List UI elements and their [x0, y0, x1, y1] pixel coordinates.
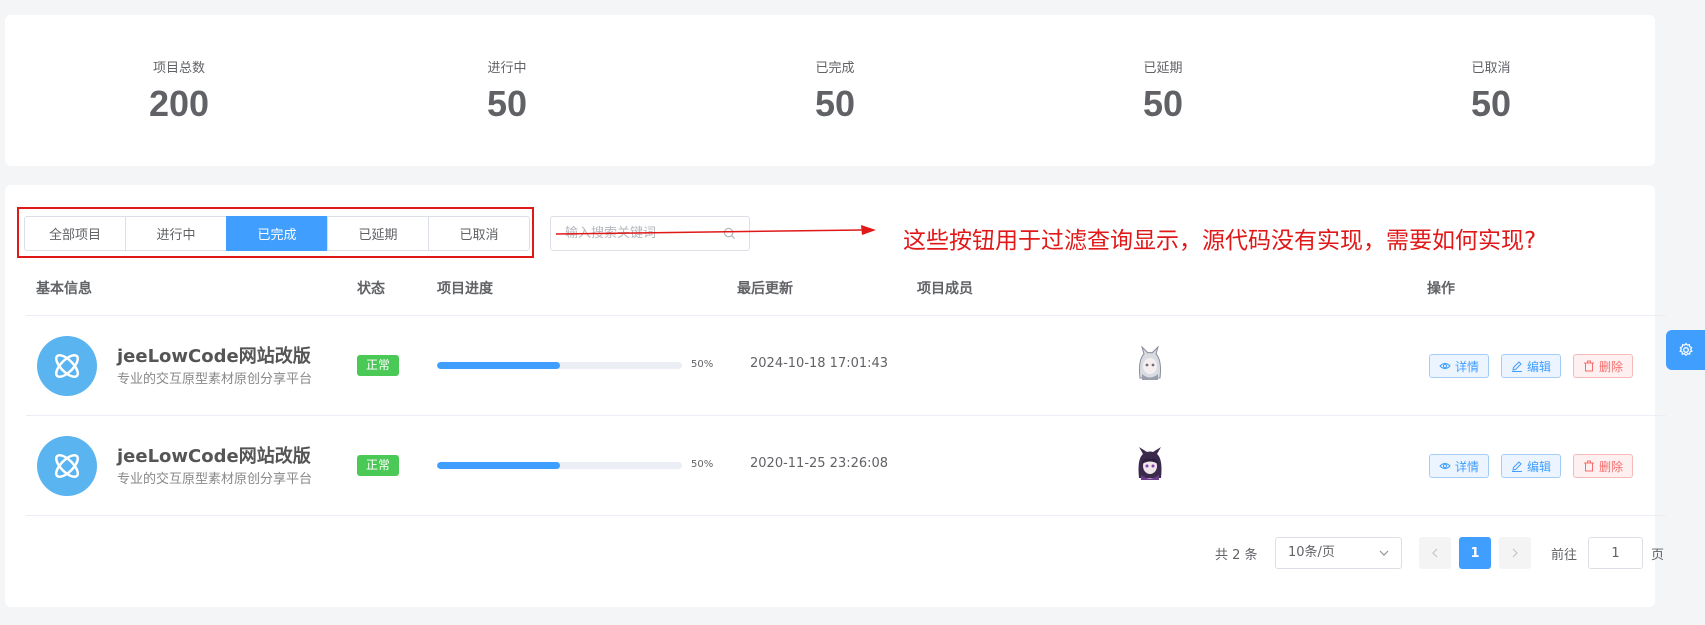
- filter-delayed-button[interactable]: 已延期: [327, 216, 429, 251]
- goto-prefix: 前往: [1551, 548, 1578, 563]
- stat-label: 已完成: [815, 61, 855, 76]
- status-badge: 正常: [357, 455, 400, 476]
- stat-delayed: 已延期 50: [1063, 60, 1263, 125]
- stat-value: 50: [486, 83, 528, 124]
- column-header: 状态: [357, 281, 385, 297]
- stat-label: 已取消: [1471, 61, 1511, 76]
- last-updated: 2020-11-25 23:26:08: [750, 456, 889, 471]
- progress-bar: [437, 462, 682, 469]
- goto-page-input[interactable]: [1588, 537, 1643, 569]
- annotation-text: 这些按钮用于过滤查询显示，源代码没有实现，需要如何实现?: [903, 228, 1537, 254]
- row-actions: 详情 编辑 删除: [1429, 354, 1634, 378]
- page-size-value: 10条/页: [1288, 545, 1335, 560]
- trash-icon: [1584, 460, 1595, 472]
- next-page-button[interactable]: [1499, 537, 1531, 569]
- detail-button-label: 详情: [1455, 359, 1480, 374]
- chevron-right-icon: [1512, 548, 1518, 558]
- filter-in-progress-button[interactable]: 进行中: [125, 216, 227, 251]
- goto-suffix: 页: [1651, 548, 1665, 563]
- project-logo-icon: [37, 436, 97, 496]
- stat-value: 200: [148, 83, 210, 124]
- stat-value: 50: [1470, 83, 1512, 124]
- prev-page-button[interactable]: [1419, 537, 1451, 569]
- edit-icon: [1512, 461, 1523, 472]
- member-avatar[interactable]: [1130, 444, 1170, 484]
- edit-icon: [1512, 361, 1523, 372]
- progress-percent: 50%: [691, 459, 714, 470]
- edit-button-label: 编辑: [1527, 459, 1552, 474]
- row-actions: 详情 编辑 删除: [1429, 454, 1634, 478]
- project-description: 专业的交互原型素材原创分享平台: [117, 372, 313, 387]
- column-header: 项目进度: [437, 281, 493, 297]
- stat-completed: 已完成 50: [735, 60, 935, 125]
- page-size-select[interactable]: 10条/页: [1275, 537, 1402, 569]
- column-header: 操作: [1427, 281, 1455, 297]
- progress-bar-fill: [437, 462, 560, 469]
- delete-button-label: 删除: [1599, 359, 1624, 374]
- progress-percent: 50%: [691, 359, 714, 370]
- last-updated: 2024-10-18 17:01:43: [750, 356, 889, 371]
- column-header: 最后更新: [737, 281, 793, 297]
- eye-icon: [1439, 363, 1451, 369]
- trash-icon: [1584, 360, 1595, 372]
- project-description: 专业的交互原型素材原创分享平台: [117, 472, 313, 487]
- chevron-down-icon: [1379, 550, 1389, 556]
- status-badge: 正常: [357, 355, 400, 376]
- gear-icon: [1678, 342, 1693, 357]
- table-header: 基本信息 状态 项目进度 最后更新 项目成员 操作: [26, 272, 1666, 316]
- settings-tab[interactable]: [1666, 330, 1705, 370]
- project-logo-icon: [37, 336, 97, 396]
- edit-button-label: 编辑: [1527, 359, 1552, 374]
- edit-button[interactable]: 编辑: [1501, 354, 1562, 378]
- pagination-total: 共 2 条: [1215, 548, 1258, 563]
- annotation-arrow: [556, 225, 876, 235]
- stat-cancelled: 已取消 50: [1391, 60, 1591, 125]
- filter-all-button[interactable]: 全部项目: [24, 216, 126, 251]
- stat-value: 50: [814, 83, 856, 124]
- stat-in-progress: 进行中 50: [407, 60, 607, 125]
- member-avatar[interactable]: [1130, 344, 1170, 384]
- table-row: jeeLowCode网站改版 专业的交互原型素材原创分享平台 正常 50% 20…: [26, 316, 1666, 416]
- project-name: jeeLowCode网站改版: [117, 446, 311, 467]
- stat-total: 项目总数 200: [79, 60, 279, 125]
- stat-value: 50: [1142, 83, 1184, 124]
- chevron-left-icon: [1432, 548, 1438, 558]
- page-1-button[interactable]: 1: [1459, 537, 1491, 569]
- detail-button[interactable]: 详情: [1429, 354, 1490, 378]
- table-row: jeeLowCode网站改版 专业的交互原型素材原创分享平台 正常 50% 20…: [26, 416, 1666, 516]
- progress-bar: [437, 362, 682, 369]
- delete-button[interactable]: 删除: [1573, 454, 1634, 478]
- stats-card: 项目总数 200 进行中 50 已完成 50 已延期 50 已取消 50: [5, 15, 1655, 166]
- stat-label: 项目总数: [152, 61, 205, 76]
- column-header: 基本信息: [36, 281, 92, 297]
- eye-icon: [1439, 463, 1451, 469]
- detail-button-label: 详情: [1455, 459, 1480, 474]
- stat-label: 进行中: [487, 61, 527, 76]
- detail-button[interactable]: 详情: [1429, 454, 1490, 478]
- delete-button[interactable]: 删除: [1573, 354, 1634, 378]
- filter-cancelled-button[interactable]: 已取消: [428, 216, 530, 251]
- filter-completed-button[interactable]: 已完成: [226, 216, 328, 251]
- column-header: 项目成员: [917, 281, 973, 297]
- delete-button-label: 删除: [1599, 459, 1624, 474]
- progress-bar-fill: [437, 362, 560, 369]
- project-name: jeeLowCode网站改版: [117, 346, 311, 367]
- edit-button[interactable]: 编辑: [1501, 454, 1562, 478]
- filter-button-group: 全部项目 进行中 已完成 已延期 已取消: [24, 216, 530, 251]
- stat-label: 已延期: [1143, 61, 1183, 76]
